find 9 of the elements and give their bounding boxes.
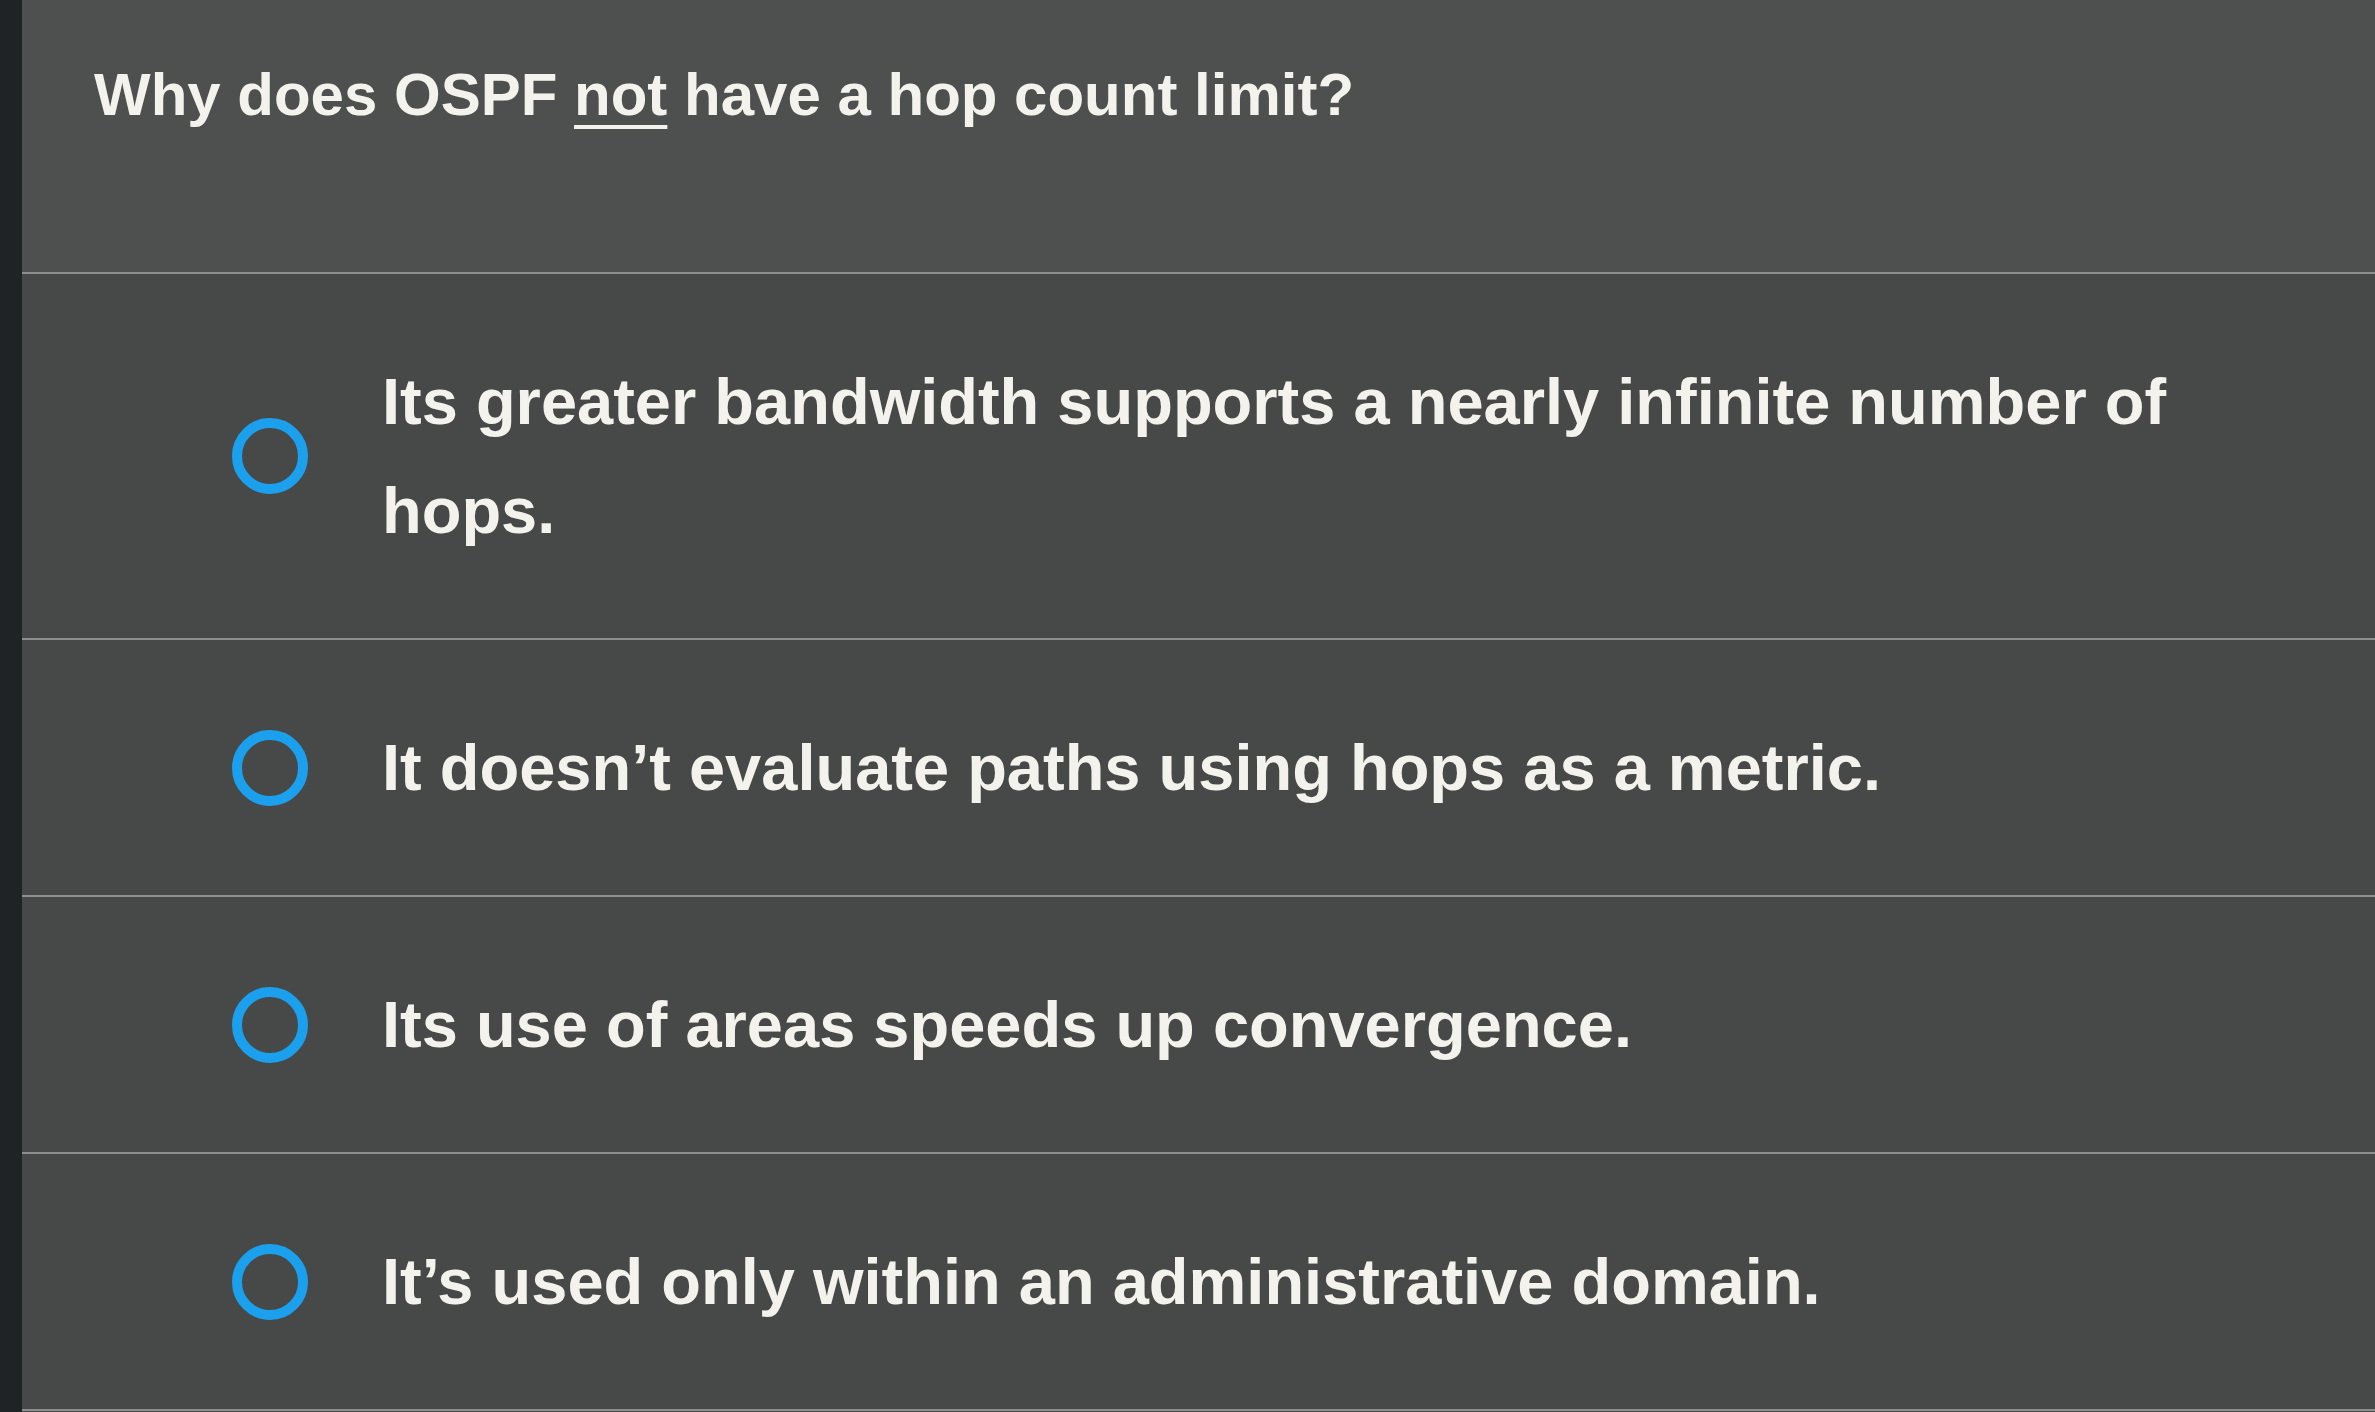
answer-option-text: It’s used only within an administrative domain. [382,1244,1821,1320]
answer-option-text: Its greater bandwidth supports a nearly infinite number of hops. [382,364,2168,549]
question-text: Why does OSPF not have a hop count limit? [94,60,1355,130]
radio-button[interactable] [232,729,308,806]
answer-option-text: Its use of areas speeds up convergence. [382,987,1632,1063]
radio-button[interactable] [232,1243,308,1320]
answer-option-text: It doesn’t evaluate paths using hops as a metric. [382,730,1881,806]
radio-button[interactable] [232,418,308,494]
radio-button[interactable] [232,986,308,1063]
